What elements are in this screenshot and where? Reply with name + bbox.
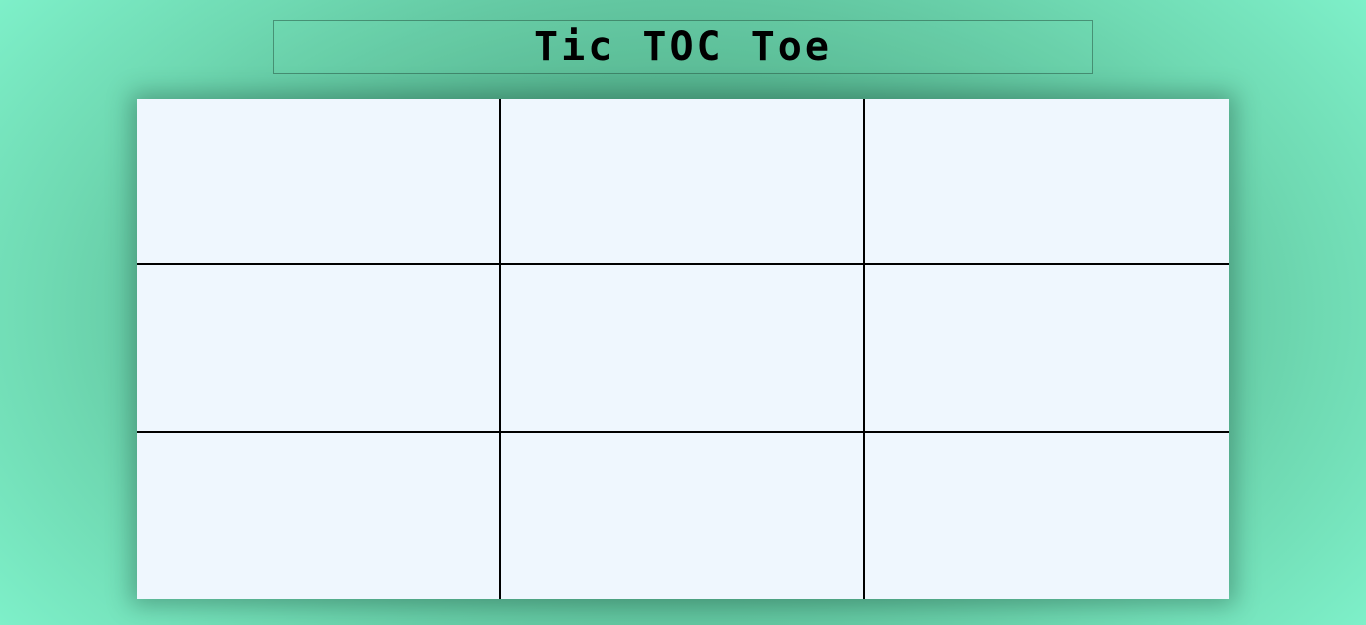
board-cell-5[interactable] [501, 265, 865, 433]
board-cell-3[interactable] [865, 99, 1229, 265]
board-cell-9[interactable] [865, 433, 1229, 599]
board-cell-1[interactable] [137, 99, 501, 265]
board-cell-6[interactable] [865, 265, 1229, 433]
board-cell-4[interactable] [137, 265, 501, 433]
board-cell-7[interactable] [137, 433, 501, 599]
board-cell-8[interactable] [501, 433, 865, 599]
game-title: Tic TOC Toe [534, 24, 832, 70]
board-cell-2[interactable] [501, 99, 865, 265]
title-banner: Tic TOC Toe [273, 20, 1093, 74]
game-board [137, 99, 1229, 599]
